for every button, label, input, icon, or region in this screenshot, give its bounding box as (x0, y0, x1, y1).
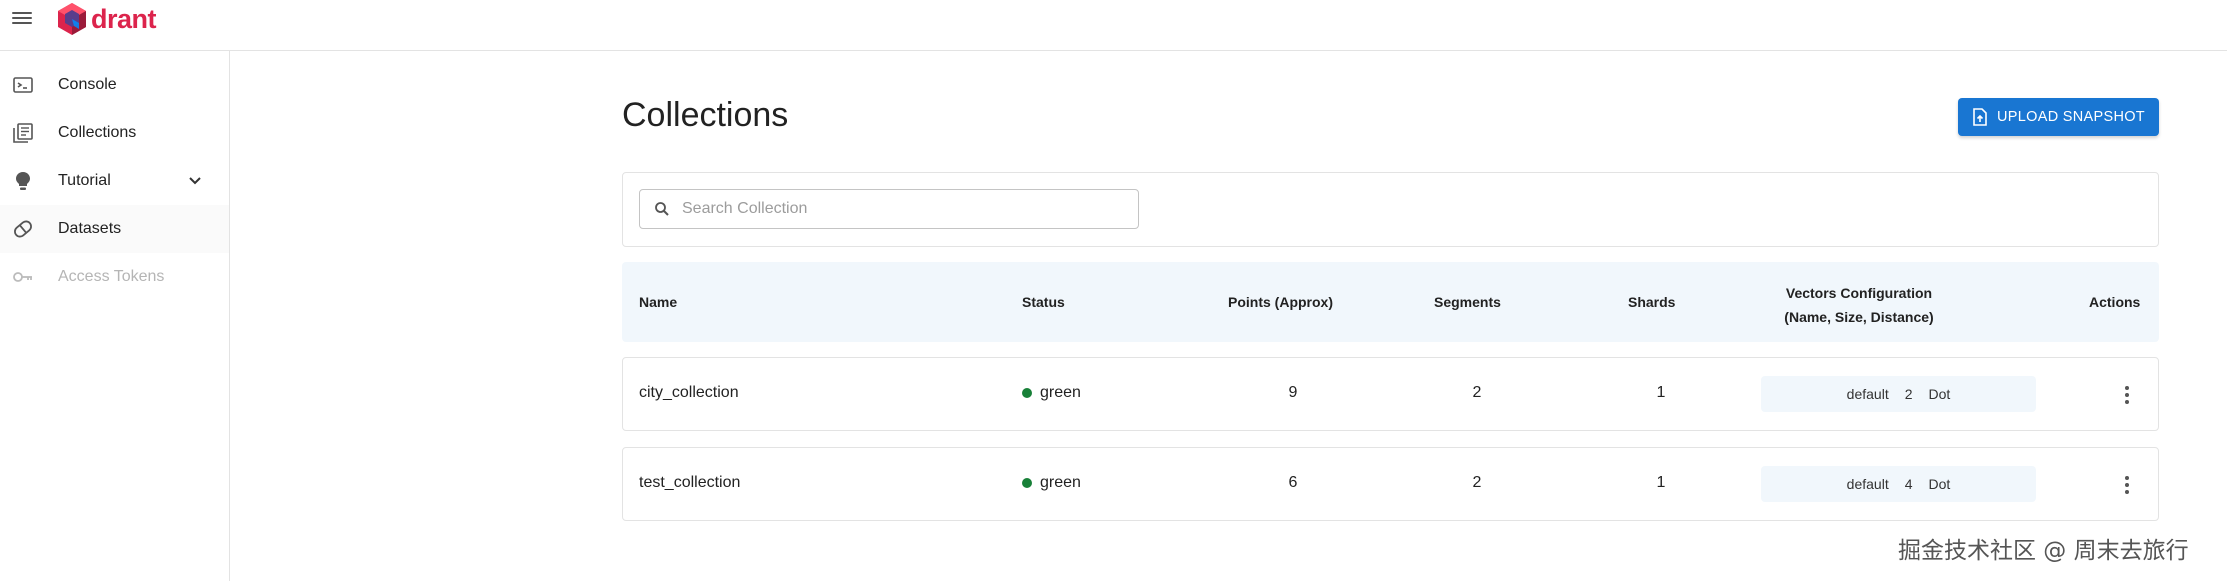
more-actions-icon[interactable] (2117, 474, 2137, 496)
page-title: Collections (622, 96, 789, 134)
column-header-vectors: Vectors Configuration (Name, Size, Dista… (1759, 281, 1959, 329)
sidebar-item-access-tokens: Access Tokens (0, 253, 229, 301)
search-field[interactable] (639, 189, 1139, 229)
dataset-icon (14, 220, 32, 238)
upload-snapshot-label: UPLOAD SNAPSHOT (1997, 109, 2145, 125)
watermark: 掘金技术社区 @ 周末去旅行 (1898, 538, 2189, 564)
logo-text: drant (91, 3, 157, 34)
status-text: green (1040, 384, 1081, 401)
column-header-vectors-line2: (Name, Size, Distance) (1784, 309, 1934, 325)
segments-count: 2 (1472, 474, 1482, 491)
status-dot-icon (1022, 388, 1032, 398)
upload-file-icon (1973, 108, 1987, 126)
points-count: 9 (1288, 384, 1298, 401)
upload-snapshot-button[interactable]: UPLOAD SNAPSHOT (1958, 98, 2159, 136)
sidebar: Console Collections Tutorial Datasets Ac… (0, 51, 230, 581)
sidebar-item-tutorial[interactable]: Tutorial (0, 157, 229, 205)
search-input[interactable] (682, 200, 1122, 218)
column-header-actions: Actions (2089, 294, 2141, 310)
vector-size: 2 (1904, 386, 1913, 402)
column-header-points[interactable]: Points (Approx) (1228, 294, 1333, 310)
status-cell: green (1022, 474, 1081, 492)
collection-name[interactable]: city_collection (639, 384, 739, 402)
vector-name: default (1846, 476, 1889, 492)
sidebar-item-label: Console (58, 76, 117, 93)
lightbulb-icon (16, 172, 30, 190)
column-header-vectors-line1: Vectors Configuration (1785, 285, 1933, 301)
more-actions-icon[interactable] (2117, 384, 2137, 406)
search-card (622, 172, 2159, 247)
sidebar-item-datasets[interactable]: Datasets (0, 205, 229, 253)
library-books-icon (13, 123, 33, 143)
vector-distance: Dot (1928, 386, 1951, 402)
terminal-icon (13, 77, 33, 93)
column-header-status[interactable]: Status (1022, 294, 1065, 310)
status-cell: green (1022, 384, 1081, 402)
column-header-segments[interactable]: Segments (1434, 294, 1501, 310)
column-header-name[interactable]: Name (639, 294, 677, 310)
menu-icon[interactable] (12, 9, 32, 27)
key-icon (13, 272, 32, 282)
points-count: 6 (1288, 474, 1298, 491)
status-dot-icon (1022, 478, 1032, 488)
sidebar-item-label: Tutorial (58, 172, 111, 189)
table-row[interactable]: test_collection green 6 2 1 default 4 Do… (622, 447, 2159, 521)
qdrant-logo[interactable]: drant (56, 2, 157, 36)
qdrant-logo-mark-icon (58, 3, 86, 35)
sidebar-item-collections[interactable]: Collections (0, 109, 229, 157)
vector-size: 4 (1904, 476, 1913, 492)
table-row[interactable]: city_collection green 9 2 1 default 2 Do… (622, 357, 2159, 431)
vector-config: default 4 Dot (1761, 466, 2036, 502)
shards-count: 1 (1656, 384, 1666, 401)
search-icon (655, 202, 669, 216)
sidebar-item-label: Access Tokens (58, 268, 165, 285)
segments-count: 2 (1472, 384, 1482, 401)
shards-count: 1 (1656, 474, 1666, 491)
column-header-shards[interactable]: Shards (1628, 294, 1675, 310)
vector-config: default 2 Dot (1761, 376, 2036, 412)
sidebar-item-console[interactable]: Console (0, 61, 229, 109)
table-header: Name Status Points (Approx) Segments Sha… (622, 262, 2159, 342)
sidebar-item-label: Collections (58, 124, 137, 141)
app-bar: drant (0, 0, 2227, 51)
collection-name[interactable]: test_collection (639, 474, 740, 492)
vector-distance: Dot (1928, 476, 1951, 492)
sidebar-item-label: Datasets (58, 220, 122, 237)
chevron-down-icon[interactable] (186, 172, 204, 190)
vector-name: default (1846, 386, 1889, 402)
status-text: green (1040, 474, 1081, 491)
